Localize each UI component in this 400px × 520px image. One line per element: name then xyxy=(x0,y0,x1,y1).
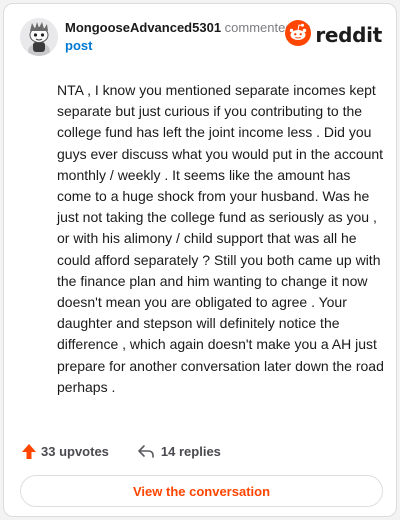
reply-count: 14 replies xyxy=(160,443,221,459)
comment-header: MongooseAdvanced5301 commented on post r… xyxy=(20,18,382,58)
upvote-button[interactable]: 33 upvotes xyxy=(21,443,109,460)
replies-button[interactable]: 14 replies xyxy=(137,443,221,459)
comment-actions: 33 upvotes 14 replies xyxy=(21,440,221,462)
comment-meta: MongooseAdvanced5301 commented on post xyxy=(65,19,315,55)
reddit-snoo-avatar-icon[interactable] xyxy=(20,18,58,56)
upvote-count: 33 upvotes xyxy=(41,443,109,459)
reddit-wordmark: reddit xyxy=(315,23,382,47)
view-conversation-button[interactable]: View the conversation xyxy=(20,475,383,507)
reddit-logo[interactable]: reddit xyxy=(285,19,382,51)
reply-arrow-icon xyxy=(137,443,155,459)
post-link[interactable]: post xyxy=(65,38,92,53)
username-link[interactable]: MongooseAdvanced5301 xyxy=(65,20,221,35)
comment-body: NTA , I know you mentioned separate inco… xyxy=(57,82,384,395)
upvote-arrow-icon xyxy=(21,443,37,460)
comment-card: MongooseAdvanced5301 commented on post r… xyxy=(3,3,397,517)
reddit-logo-icon xyxy=(285,19,312,51)
